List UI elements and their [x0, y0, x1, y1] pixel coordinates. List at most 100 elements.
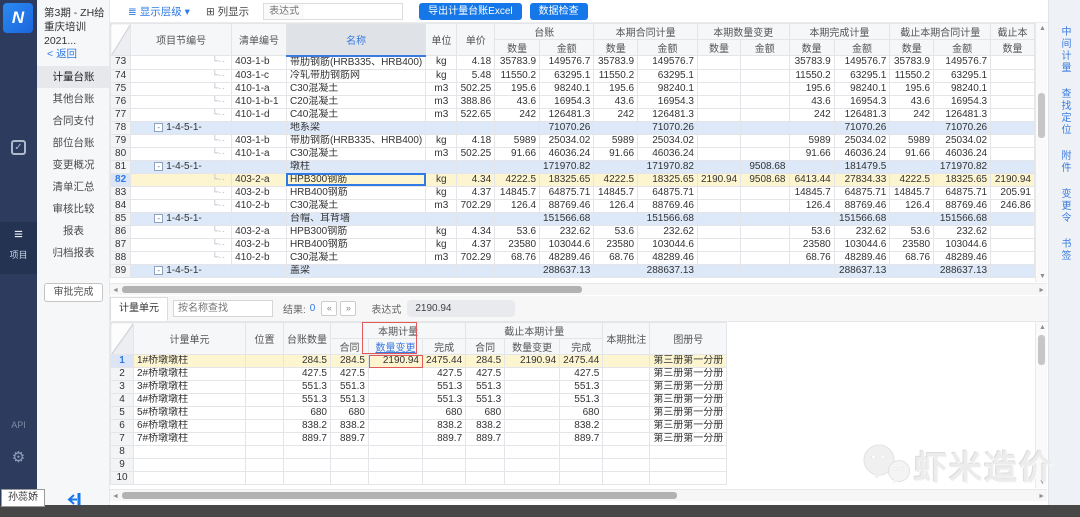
cell-ledger-amount[interactable]: 18325.65	[540, 173, 594, 186]
cell-unit-name[interactable]: 6#桥墩墩柱	[134, 420, 246, 433]
cell-contract-qty[interactable]: 242	[594, 108, 638, 121]
cell-todate-qty[interactable]: 11550.2	[890, 69, 934, 82]
export-excel-button[interactable]: 导出计量台账Excel	[419, 3, 521, 20]
right-panel-item[interactable]: 查找定位	[1057, 88, 1072, 136]
cell-position[interactable]	[246, 420, 284, 433]
row-number[interactable]: 89	[111, 264, 131, 277]
cell-cur-contract[interactable]: 284.5	[331, 355, 369, 368]
cell-list-no[interactable]: 410-1-a	[232, 147, 287, 160]
cell-td-contract[interactable]: 284.5	[466, 355, 505, 368]
ledger-row[interactable]: 83└··403-2-bHRB400钢筋kg4.3714845.764875.7…	[111, 186, 1035, 199]
cell-list-no[interactable]: 403-2-b	[232, 186, 287, 199]
cell-todate-qty[interactable]: 43.6	[890, 95, 934, 108]
cell-book-no[interactable]: 第三册第一分册	[650, 381, 727, 394]
cell-note[interactable]	[603, 368, 650, 381]
cell-book-no[interactable]	[650, 472, 727, 485]
cell-td-contract[interactable]: 838.2	[466, 420, 505, 433]
cell-cur-contract[interactable]: 680	[331, 407, 369, 420]
cell-note[interactable]	[603, 407, 650, 420]
cell-todate-qty[interactable]	[890, 212, 934, 225]
app-logo[interactable]: N	[3, 3, 33, 33]
ledger-row[interactable]: 78-1-4-5-1-地系梁71070.2671070.2671070.2671…	[111, 121, 1035, 134]
cell-contract-qty[interactable]: 14845.7	[594, 186, 638, 199]
cell-unit[interactable]: m3	[426, 147, 457, 160]
ledger-vscrollbar[interactable]: ▲ ▼	[1035, 23, 1047, 282]
cell-ledger-qty[interactable]: 242	[495, 108, 540, 121]
cell-ledger-qty[interactable]	[495, 212, 540, 225]
group-todate-header[interactable]: 截止本期计量	[466, 323, 603, 339]
cell-unit[interactable]: m3	[426, 251, 457, 264]
cell-cur-change[interactable]	[369, 472, 423, 485]
sidebar-item[interactable]: 报表	[37, 220, 110, 242]
cell-unit-name[interactable]: 1#桥墩墩柱	[134, 355, 246, 368]
cell-todate-amount[interactable]: 103044.6	[934, 238, 991, 251]
cell-contract-amount[interactable]: 98240.1	[638, 82, 698, 95]
collapse-icon[interactable]: -	[154, 123, 163, 132]
cell-unit-name[interactable]	[134, 459, 246, 472]
cell-complete-qty[interactable]	[789, 264, 834, 277]
cell-contract-amount[interactable]: 25034.02	[638, 134, 698, 147]
ledger-row[interactable]: 75└··410-1-aC30混凝土m3502.25195.698240.119…	[111, 82, 1035, 95]
sidebar-item[interactable]: 审核比较	[37, 198, 110, 220]
cell-ledger-qty[interactable]: 838.2	[284, 420, 331, 433]
cell-complete-qty[interactable]	[789, 160, 834, 173]
cell-cur-change[interactable]	[369, 368, 423, 381]
sub-qtychange-header[interactable]: 数量变更	[369, 339, 423, 355]
row-number[interactable]: 6	[111, 420, 134, 433]
cell-change-qty[interactable]	[697, 186, 740, 199]
row-number[interactable]: 82	[111, 173, 131, 186]
cell-todate-amount[interactable]: 48289.46	[934, 251, 991, 264]
cell-name[interactable]: HRB400钢筋	[286, 186, 425, 199]
col-note-header[interactable]: 本期批注	[603, 323, 650, 355]
cell-book-no[interactable]: 第三册第一分册	[650, 407, 727, 420]
cell-unit-name[interactable]: 5#桥墩墩柱	[134, 407, 246, 420]
vscroll-thumb[interactable]	[1038, 335, 1045, 365]
cell-td-complete[interactable]: 838.2	[560, 420, 603, 433]
cell-unit-name[interactable]: 7#桥墩墩柱	[134, 433, 246, 446]
col-node-header[interactable]: 项目节编号	[131, 24, 232, 56]
cell-ledger-amount[interactable]: 288637.13	[540, 264, 594, 277]
cell-todate-qty[interactable]: 126.4	[890, 199, 934, 212]
sub-contract-header[interactable]: 合同	[466, 339, 505, 355]
cell-todate-amount[interactable]: 16954.3	[934, 95, 991, 108]
col-ledgerqty-header[interactable]: 台账数量	[284, 323, 331, 355]
cell-td-change[interactable]	[505, 472, 560, 485]
sidebar-item[interactable]: 合同支付	[37, 110, 110, 132]
cell-ledger-qty[interactable]: 195.6	[495, 82, 540, 95]
cell-node[interactable]: └··	[131, 108, 232, 121]
cell-price[interactable]: 388.86	[457, 95, 495, 108]
cell-price[interactable]: 702.29	[457, 199, 495, 212]
cell-todate-amount[interactable]: 171970.82	[934, 160, 991, 173]
cell-todate-qty[interactable]: 68.76	[890, 251, 934, 264]
cell-name[interactable]: 带肋钢筋(HRB335、HRB400)	[286, 134, 425, 147]
sidebar-item[interactable]: 归档报表	[37, 242, 110, 264]
cell-complete-qty[interactable]: 23580	[789, 238, 834, 251]
cell-todate-qty[interactable]	[890, 121, 934, 134]
sub-amount-header[interactable]: 金额	[834, 40, 890, 56]
cell-todate-qty[interactable]: 35783.9	[890, 56, 934, 70]
cell-price[interactable]	[457, 160, 495, 173]
cell-ledger-amount[interactable]: 16954.3	[540, 95, 594, 108]
ledger-hscrollbar[interactable]: ◄ ►	[110, 283, 1047, 295]
cell-td-complete[interactable]: 2475.44	[560, 355, 603, 368]
cell-note[interactable]	[603, 394, 650, 407]
cell-node[interactable]: └··	[131, 56, 232, 70]
vscroll-thumb[interactable]	[1038, 93, 1045, 138]
cell-todate-amount[interactable]: 18325.65	[934, 173, 991, 186]
group-todate-cut-header[interactable]: 截止本	[991, 24, 1035, 40]
collapse-icon[interactable]: -	[154, 162, 163, 171]
cell-todate-qty[interactable]	[890, 264, 934, 277]
cell-complete-qty[interactable]	[789, 121, 834, 134]
cell-complete-amount[interactable]: 27834.33	[834, 173, 890, 186]
row-number[interactable]: 74	[111, 69, 131, 82]
cell-change-qty[interactable]	[697, 134, 740, 147]
cell-complete-amount[interactable]: 288637.13	[834, 264, 890, 277]
cell-contract-amount[interactable]: 16954.3	[638, 95, 698, 108]
cell-name[interactable]: HPB300钢筋	[286, 173, 425, 186]
cell-position[interactable]	[246, 472, 284, 485]
cell-ledger-amount[interactable]: 151566.68	[540, 212, 594, 225]
group-todate-contract-header[interactable]: 截止本期合同计量	[890, 24, 991, 40]
cell-change-qty[interactable]	[697, 264, 740, 277]
cell-contract-qty[interactable]	[594, 264, 638, 277]
row-number[interactable]: 3	[111, 381, 134, 394]
